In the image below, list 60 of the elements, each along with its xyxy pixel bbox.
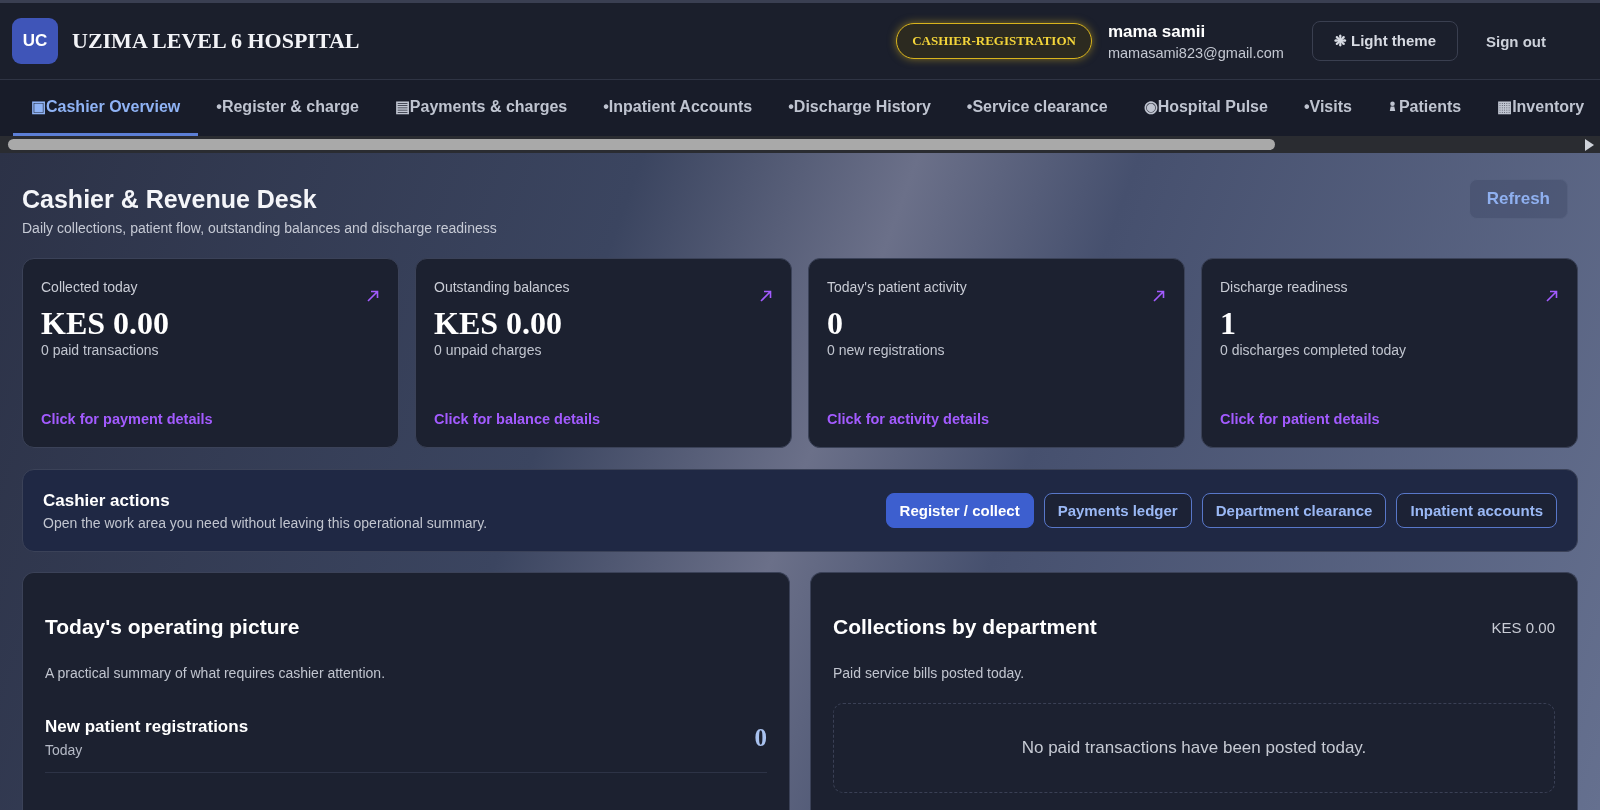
stat-note: 0 new registrations bbox=[827, 342, 946, 358]
details-link[interactable]: Click for activity details bbox=[827, 411, 1166, 427]
nav-tab[interactable]: ▦Inventory bbox=[1479, 80, 1600, 136]
arrow-up-right-icon bbox=[366, 289, 380, 303]
stat-card[interactable]: Today's patient activity 0 0 new registrations Click for activity details bbox=[808, 258, 1185, 448]
arrow-up-right-icon bbox=[759, 289, 773, 303]
page-title: Cashier & Revenue Desk bbox=[22, 185, 318, 214]
arrow-up-right-icon bbox=[1152, 289, 1166, 303]
nav-tab[interactable]: •Discharge History bbox=[770, 80, 949, 136]
details-link[interactable]: Click for balance details bbox=[434, 411, 773, 427]
nav-tab[interactable]: ▤Payments & charges bbox=[376, 80, 586, 136]
action-button[interactable]: Department clearance bbox=[1201, 493, 1387, 528]
stat-label: Discharge readiness bbox=[1220, 279, 1348, 295]
nav-tab[interactable]: •Inpatient Accounts bbox=[585, 80, 771, 136]
stat-card[interactable]: Discharge readiness 1 0 discharges completed today Click for patient details bbox=[1201, 258, 1578, 448]
stat-value: KES 0.00 bbox=[434, 305, 564, 342]
nav-tab[interactable]: •Register & charge bbox=[198, 80, 377, 136]
actions-subtitle: Open the work area you need without leaving this operational summary. bbox=[43, 514, 488, 531]
details-link[interactable]: Click for patient details bbox=[1220, 411, 1559, 427]
page-subtitle: Daily collections, patient flow, outstanding balances and discharge readiness bbox=[22, 220, 497, 236]
stat-label: Outstanding balances bbox=[434, 279, 570, 295]
panel-subtitle: Paid service bills posted today. bbox=[833, 665, 1026, 681]
stat-value: 1 bbox=[1220, 305, 1237, 342]
hospital-name: UZIMA LEVEL 6 HOSPITAL bbox=[72, 28, 360, 54]
empty-state: No paid transactions have been posted today. bbox=[833, 703, 1555, 793]
user-name: mama samii bbox=[1107, 21, 1207, 42]
stat-card[interactable]: Outstanding balances KES 0.00 0 unpaid charges Click for balance details bbox=[415, 258, 792, 448]
arrow-up-right-icon bbox=[1545, 289, 1559, 303]
stat-note: 0 discharges completed today bbox=[1220, 342, 1407, 358]
metric-period: Today bbox=[45, 742, 84, 758]
person-icon bbox=[1387, 101, 1397, 112]
collections-total: KES 0.00 bbox=[1491, 618, 1555, 636]
scrollbar-thumb[interactable] bbox=[8, 139, 1275, 150]
action-button[interactable]: Inpatient accounts bbox=[1396, 493, 1557, 528]
stat-note: 0 unpaid charges bbox=[434, 342, 543, 358]
action-button[interactable]: Register / collect bbox=[885, 493, 1034, 528]
stat-card[interactable]: Collected today KES 0.00 0 paid transactions Click for payment details bbox=[22, 258, 399, 448]
panel-subtitle: A practical summary of what requires cashier attention. bbox=[45, 665, 387, 681]
user-email: mamasami823@gmail.com bbox=[1107, 44, 1284, 61]
sign-out-button[interactable]: Sign out bbox=[1474, 22, 1558, 60]
nav-tab[interactable]: •Service clearance bbox=[948, 80, 1126, 136]
metric-value: 0 bbox=[754, 723, 767, 752]
nav-tab[interactable]: Patients bbox=[1369, 80, 1480, 136]
stat-value: KES 0.00 bbox=[41, 305, 171, 342]
stat-label: Collected today bbox=[41, 279, 138, 295]
nav-tab[interactable]: ◉Hospital Pulse bbox=[1125, 80, 1286, 136]
actions-title: Cashier actions bbox=[43, 490, 171, 511]
action-button[interactable]: Payments ledger bbox=[1043, 493, 1192, 528]
stat-label: Today's patient activity bbox=[827, 279, 967, 295]
role-badge: CASHIER-REGISTRATION bbox=[896, 23, 1092, 59]
scroll-right-icon[interactable] bbox=[1584, 138, 1594, 151]
panel-title: Collections by department bbox=[833, 615, 1097, 639]
theme-toggle-button[interactable]: ❋ Light theme bbox=[1311, 21, 1458, 61]
panel-title: Today's operating picture bbox=[45, 615, 301, 639]
details-link[interactable]: Click for payment details bbox=[41, 411, 380, 427]
logo-badge: UC bbox=[12, 18, 58, 64]
stat-value: 0 bbox=[827, 305, 844, 342]
stat-note: 0 paid transactions bbox=[41, 342, 160, 358]
metric-title: New patient registrations bbox=[45, 717, 249, 737]
nav-tab[interactable]: •Visits bbox=[1285, 80, 1370, 136]
